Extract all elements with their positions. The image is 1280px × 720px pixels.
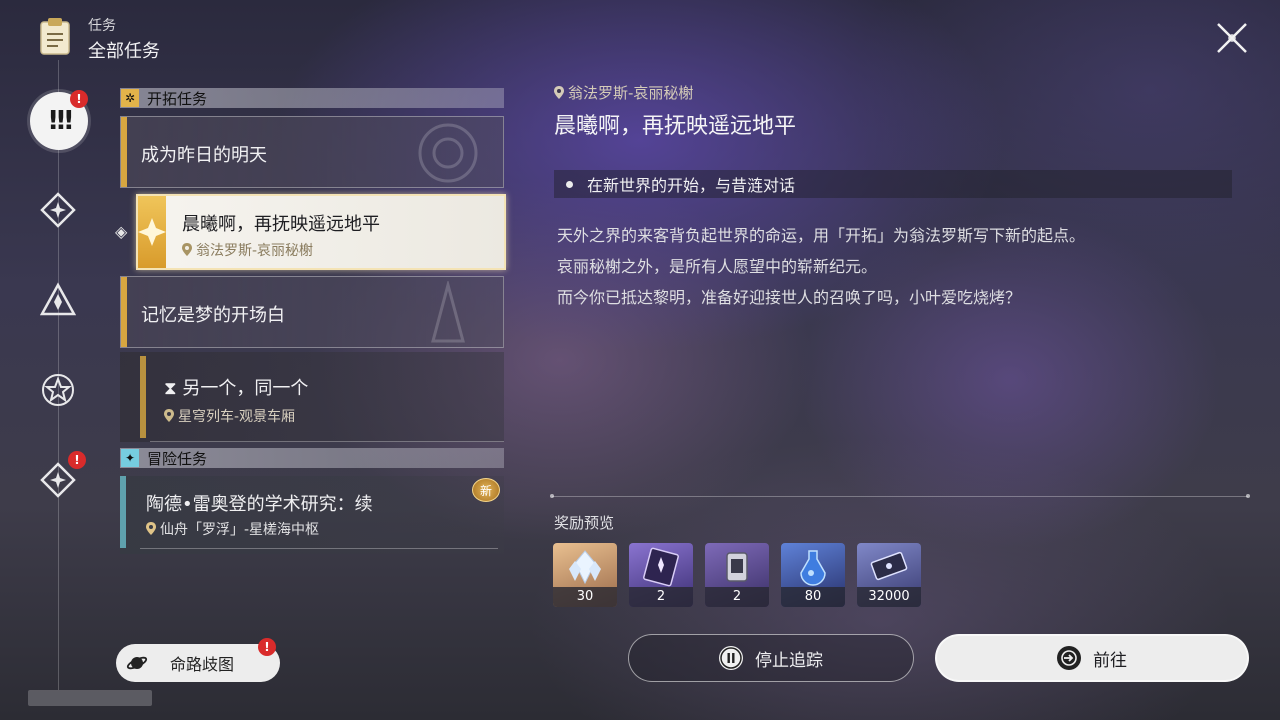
quest-location: 翁法罗斯-哀丽秘榭 [182, 240, 313, 260]
reward-item[interactable]: 32000 [857, 543, 921, 607]
location-pin-icon [182, 243, 192, 256]
reward-count: 30 [553, 587, 617, 607]
trailblaze-icon [138, 218, 166, 246]
rail-item-daily[interactable] [34, 366, 82, 414]
quest-card[interactable]: 记忆是梦的开场白 [120, 276, 504, 348]
emblem-decoration-icon [418, 123, 478, 183]
divider [140, 548, 498, 549]
detail-title: 晨曦啊，再抚映遥远地平 [554, 114, 797, 139]
route-map-button[interactable]: 命路歧图 [116, 644, 280, 682]
quest-title: 晨曦啊，再抚映遥远地平 [182, 214, 380, 235]
quest-location: 星穹列车-观景车厢 [164, 406, 295, 426]
reward-count: 32000 [857, 587, 921, 607]
exclamation-icon: !!! [47, 106, 75, 136]
quest-title: ⧗ 另一个，同一个 [164, 374, 308, 400]
objective-text: 在新世界的开始，与昔涟对话 [587, 176, 796, 195]
star-diamond-icon [40, 462, 76, 498]
page-title: 全部任务 [88, 41, 160, 62]
quest-location-text: 星穹列车-观景车厢 [178, 409, 296, 425]
blue-potion-icon [800, 550, 826, 586]
notification-badge: ! [70, 90, 88, 108]
reward-item[interactable]: 80 [781, 543, 845, 607]
quest-title: 成为昨日的明天 [141, 145, 267, 166]
detail-location-text: 翁法罗斯-哀丽秘榭 [568, 84, 694, 102]
go-arrow-icon [1057, 646, 1081, 670]
quest-title: 陶德•雷奥登的学术研究：续 [146, 494, 373, 515]
quest-location-text: 翁法罗斯-哀丽秘榭 [196, 243, 314, 259]
reward-count: 80 [781, 587, 845, 607]
quest-accent-bar [121, 277, 127, 347]
pause-icon [719, 646, 743, 670]
hourglass-icon: ⧗ [164, 378, 177, 399]
quest-title-text: 另一个，同一个 [182, 378, 309, 399]
divider-dot [1246, 494, 1250, 498]
adventure-icon: ✦ [121, 449, 139, 467]
quest-selected-tab [138, 196, 166, 268]
route-map-label: 命路歧图 [170, 655, 235, 674]
description-line: 哀丽秘榭之外，是所有人愿望中的崭新纪元。 [557, 257, 878, 276]
objective-row: 在新世界的开始，与昔涟对话 [554, 170, 1232, 198]
quest-location-text: 仙舟「罗浮」-星槎海中枢 [160, 522, 320, 538]
section-label: 开拓任务 [147, 89, 208, 108]
new-badge: 新 [472, 478, 500, 502]
quest-card-selected[interactable]: 晨曦啊，再抚映遥远地平 翁法罗斯-哀丽秘榭 [136, 194, 506, 270]
description-line: 天外之界的来客背负起世界的命运，用「开拓」为翁法罗斯写下新的起点。 [557, 226, 1086, 245]
location-pin-icon [146, 522, 156, 535]
quest-accent-bar [121, 117, 127, 187]
stop-tracking-label: 停止追踪 [755, 650, 823, 671]
quest-location: 仙舟「罗浮」-星槎海中枢 [146, 519, 319, 539]
quest-accent-bar [120, 476, 126, 548]
star-diamond-icon [40, 192, 76, 228]
rail-item-companion[interactable] [34, 276, 82, 324]
selection-arrow-icon: ◈ [115, 222, 128, 241]
divider-dot [550, 494, 554, 498]
detail-description: 天外之界的来客背负起世界的命运，用「开拓」为翁法罗斯写下新的起点。 哀丽秘榭之外… [557, 220, 1257, 313]
quest-title: 记忆是梦的开场白 [141, 305, 285, 326]
section-label: 冒险任务 [147, 449, 208, 468]
reward-count: 2 [705, 587, 769, 607]
divider [150, 441, 504, 442]
planet-icon [126, 656, 148, 670]
star-circle-icon [42, 374, 74, 406]
quest-card[interactable]: 成为昨日的明天 [120, 116, 504, 188]
go-button[interactable]: 前往 [935, 634, 1249, 682]
quest-card-sub[interactable]: ⧗ 另一个，同一个 星穹列车-观景车厢 [120, 352, 504, 442]
go-label: 前往 [1093, 650, 1127, 671]
reward-preview-title: 奖励预览 [554, 514, 615, 532]
purple-card-icon [643, 547, 679, 587]
bullet-icon [566, 180, 573, 188]
purple-gear-icon [726, 552, 748, 582]
triangle-icon [40, 282, 76, 316]
clipboard-icon [38, 16, 72, 56]
quest-accent-bar [140, 356, 146, 438]
description-line: 而今你已抵达黎明，准备好迎接世人的召唤了吗，小叶爱吃烧烤？ [557, 288, 1022, 307]
rail-item-trailblaze[interactable] [34, 186, 82, 234]
emblem-decoration-icon [431, 281, 465, 343]
reward-count: 2 [629, 587, 693, 607]
section-header-trailblaze: ✲ 开拓任务 [120, 88, 504, 108]
reward-item[interactable]: 2 [705, 543, 769, 607]
close-icon[interactable] [1212, 18, 1252, 58]
reward-item[interactable]: 30 [553, 543, 617, 607]
trailblaze-icon: ✲ [121, 89, 139, 107]
location-pin-icon [164, 409, 174, 422]
stellar-jade-icon [569, 550, 601, 585]
credit-ticket-icon [870, 551, 908, 581]
section-header-adventure: ✦ 冒险任务 [120, 448, 504, 468]
detail-location: 翁法罗斯-哀丽秘榭 [554, 82, 693, 103]
stop-tracking-button[interactable]: 停止追踪 [628, 634, 914, 682]
notification-badge: ! [258, 638, 276, 656]
header-category: 任务 [88, 18, 116, 34]
quest-card[interactable]: 陶德•雷奥登的学术研究：续 仙舟「罗浮」-星槎海中枢 新 [120, 476, 504, 554]
notification-badge: ! [68, 451, 86, 469]
location-pin-icon [554, 86, 564, 99]
divider [552, 496, 1248, 497]
footer-bar [28, 690, 152, 706]
reward-item[interactable]: 2 [629, 543, 693, 607]
